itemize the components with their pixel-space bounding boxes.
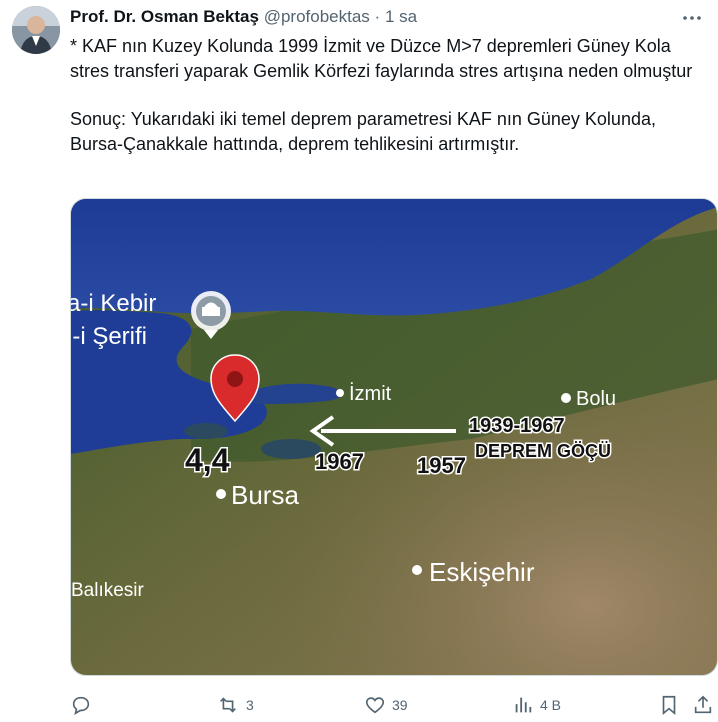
tweet-text: * KAF nın Kuzey Kolunda 1999 İzmit ve Dü… <box>70 34 705 156</box>
year-1967-label: 1967 <box>315 449 364 474</box>
retweet-icon <box>220 697 236 713</box>
year-1957-label: 1957 <box>417 453 466 478</box>
map-label-bursa: Bursa <box>231 480 299 510</box>
map-label-eskisehir: Eskişehir <box>429 557 535 587</box>
map-label-izmit: İzmit <box>349 382 392 405</box>
bookmark-icon <box>662 695 676 716</box>
map-label-top-2: i-i Şerifi <box>71 323 147 350</box>
range-label: 1939-1967 <box>469 415 565 437</box>
retweet-button[interactable]: 3 <box>216 692 254 718</box>
like-count: 39 <box>392 697 408 713</box>
author-name[interactable]: Prof. Dr. Osman Bektaş <box>70 7 259 26</box>
separator-dot: · <box>374 7 381 26</box>
heart-icon <box>365 697 385 714</box>
views-count: 4 B <box>540 697 562 713</box>
more-options-icon[interactable] <box>680 6 704 30</box>
tweet-paragraph-2: Sonuç: Yukarıdaki iki temel deprem param… <box>70 109 656 154</box>
views-icon <box>515 697 532 713</box>
tweet-paragraph-1: * KAF nın Kuzey Kolunda 1999 İzmit ve Dü… <box>70 36 693 81</box>
views-button[interactable]: 4 B <box>512 692 561 718</box>
like-button[interactable]: 39 <box>364 692 408 718</box>
action-bar: 3 39 4 B <box>70 692 712 720</box>
share-icon <box>694 695 712 714</box>
map-label-top-1: a-i Kebir <box>71 290 156 317</box>
migration-label: DEPREM GÖÇÜ <box>475 441 611 461</box>
share-button[interactable] <box>692 692 714 718</box>
reply-icon <box>72 696 90 715</box>
map-image[interactable]: a-i Kebir i-i Şerifi İzmit Bolu Bursa Es… <box>70 198 718 676</box>
timestamp[interactable]: 1 sa <box>385 7 417 26</box>
tweet-header: Prof. Dr. Osman Bektaş @profobektas · 1 … <box>70 7 417 27</box>
reply-button[interactable] <box>70 692 98 718</box>
author-handle[interactable]: @profobektas <box>264 7 370 26</box>
map-label-bolu: Bolu <box>576 388 616 410</box>
map-label-balikesir: Balıkesir <box>71 580 145 601</box>
retweet-count: 3 <box>246 697 254 713</box>
bookmark-button[interactable] <box>658 692 680 718</box>
avatar[interactable] <box>12 6 60 54</box>
magnitude-label: 4,4 <box>185 442 230 478</box>
